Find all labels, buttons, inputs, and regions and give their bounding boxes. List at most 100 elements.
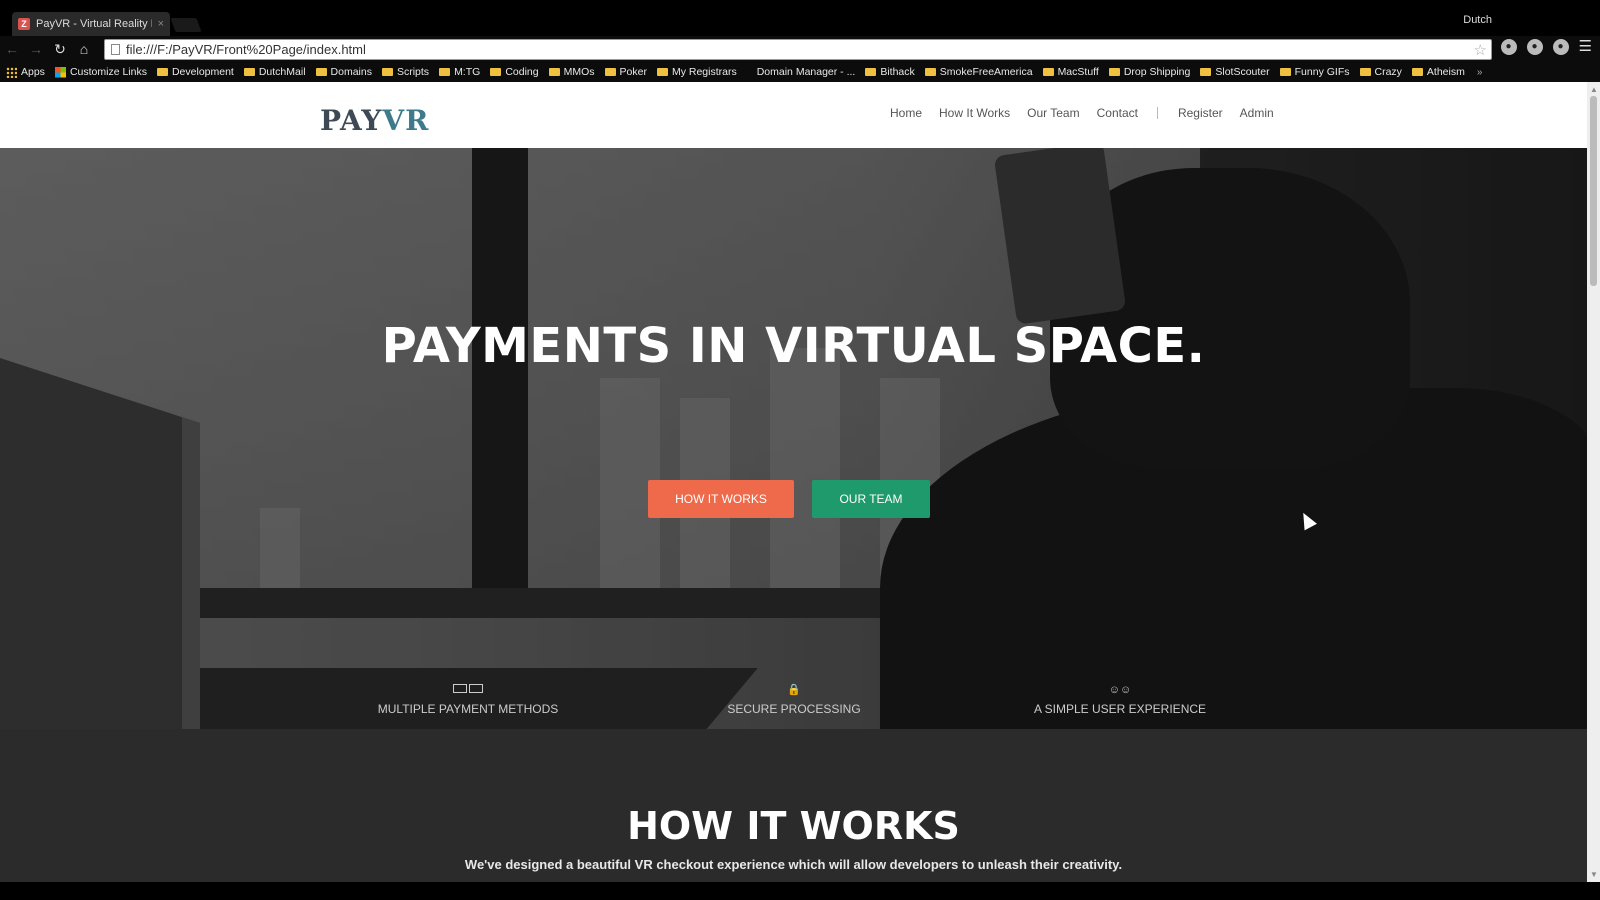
bookmark-item[interactable]: Domain Manager - ... [747,66,856,78]
microsoft-icon [54,66,66,78]
bookmark-item[interactable]: MMOs [548,66,595,78]
credit-cards-icon [318,684,618,696]
profile-name[interactable]: Dutch [1463,14,1492,26]
logo-pay: PAY [320,104,383,137]
bookmark-item[interactable]: Bithack [865,66,915,78]
lock-icon: 🔒 [787,684,801,696]
bookmark-label: M:TG [454,66,481,78]
bookmark-item[interactable]: Poker [604,66,647,78]
nav-divider [1156,107,1158,119]
apps-grid-icon [6,66,17,78]
feature-label: A SIMPLE USER EXPERIENCE [1033,702,1207,716]
new-tab-button[interactable] [170,18,202,32]
folder-icon [1108,68,1120,76]
feature-secure-processing: 🔒 SECURE PROCESSING [644,684,944,716]
back-arrow-icon[interactable]: ← [0,41,24,57]
bookmark-item[interactable]: Coding [490,66,539,78]
logo-vr: VR [382,104,430,137]
bookmark-label: My Registrars [671,66,737,78]
bookmark-item[interactable]: Drop Shipping [1108,66,1191,78]
bookmark-label: Bithack [880,66,915,78]
window-bottom-edge [0,882,1600,900]
url-text[interactable]: file:///F:/PayVR/Front%20Page/index.html [126,42,1474,57]
extension-icon[interactable]: ● [1500,39,1517,55]
address-bar[interactable]: file:///F:/PayVR/Front%20Page/index.html… [104,39,1492,60]
bookmark-item[interactable]: Scripts [381,66,430,78]
extension-icon[interactable]: ● [1552,39,1569,55]
reload-icon[interactable]: ↻ [48,41,72,58]
browser-tab[interactable]: Z PayVR - Virtual Reality Pa × [12,12,170,36]
folder-icon [604,68,616,76]
bookmarks-bar: Apps Customize Links Development DutchMail D… [0,62,1600,82]
bookmark-label: Drop Shipping [1123,66,1191,78]
bookmark-item[interactable]: DutchMail [243,66,306,78]
how-it-works-button[interactable]: HOW IT WORKS [648,480,794,518]
feature-user-experience: ☺☺ A SIMPLE USER EXPERIENCE [970,684,1270,716]
browser-toolbar: ← → ↻ ⌂ file:///F:/PayVR/Front%20Page/in… [0,36,1600,62]
bookmark-label: MMOs [563,66,595,78]
folder-icon [548,68,560,76]
bookmarks-overflow-button[interactable]: » [1477,67,1483,78]
bookmark-item[interactable]: M:TG [439,66,480,78]
folder-icon [924,68,936,76]
bookmark-item[interactable]: SlotScouter [1200,66,1270,78]
bookmark-item[interactable]: Funny GIFs [1279,66,1350,78]
bookmark-label: Atheism [1426,66,1465,78]
menu-icon[interactable]: ☰ [1579,39,1592,55]
bookmark-label: Scripts [396,66,430,78]
bookmark-item[interactable]: Customize Links [54,66,147,78]
folder-icon [156,68,168,76]
nav-link[interactable]: How It Works [939,106,1010,120]
bookmark-label: Crazy [1374,66,1402,78]
scroll-down-icon[interactable]: ▼ [1590,870,1598,879]
folder-icon [1200,68,1212,76]
forward-arrow-icon[interactable]: → [24,41,48,57]
folder-icon [439,68,451,76]
bookmark-star-icon[interactable]: ☆ [1474,41,1491,59]
nav-link[interactable]: Contact [1097,106,1138,120]
bookmark-label: Domain Manager - ... [756,66,856,78]
our-team-button[interactable]: OUR TEAM [812,480,930,518]
page-viewport: PAYVR Home How It Works Our Team Contact Reg… [0,82,1587,882]
scroll-thumb[interactable] [1590,96,1597,286]
nav-link[interactable]: Admin [1240,106,1274,120]
bookmark-label: Funny GIFs [1294,66,1350,78]
nav-links: Home How It Works Our Team Contact Register A… [890,106,1291,120]
folder-icon [315,68,327,76]
users-icon: ☺☺ [1108,684,1132,696]
folder-icon [381,68,393,76]
bookmark-label: Coding [505,66,539,78]
bookmark-label: DutchMail [258,66,306,78]
bookmark-item[interactable]: Domains [315,66,372,78]
nav-link[interactable]: Register [1178,106,1223,120]
bookmark-label: SlotScouter [1215,66,1270,78]
feature-label: MULTIPLE PAYMENT METHODS [377,702,559,716]
bookmark-item[interactable]: Crazy [1359,66,1402,78]
bookmark-item[interactable]: Development [156,66,234,78]
home-icon[interactable]: ⌂ [72,41,96,57]
feature-payment-methods: MULTIPLE PAYMENT METHODS [318,684,618,716]
nav-link[interactable]: Home [890,106,922,120]
page-icon [111,44,120,55]
nav-link[interactable]: Our Team [1027,106,1079,120]
page-scrollbar[interactable]: ▲ ▼ [1587,82,1600,882]
folder-icon [1411,68,1423,76]
bookmark-item[interactable]: My Registrars [656,66,737,78]
folder-icon [656,68,668,76]
folder-icon [1279,68,1291,76]
bookmark-item[interactable]: MacStuff [1042,66,1099,78]
bookmark-item[interactable]: SmokeFreeAmerica [924,66,1033,78]
favicon-icon: Z [18,18,30,30]
tab-close-icon[interactable]: × [158,18,164,30]
bookmark-item[interactable]: Atheism [1411,66,1465,78]
payvr-logo[interactable]: PAYVR [320,104,429,137]
extension-icon[interactable]: ● [1526,39,1543,55]
scroll-up-icon[interactable]: ▲ [1590,85,1598,94]
bookmark-label: Development [171,66,234,78]
browser-titlebar: Z PayVR - Virtual Reality Pa × Dutch [0,0,1600,36]
bookmark-item[interactable]: Apps [6,66,45,78]
extension-icons: ● ● ● ☰ [1500,39,1592,55]
feature-label: SECURE PROCESSING [727,702,861,716]
hero-overlay [0,148,1587,729]
hero-title: PAYMENTS IN VIRTUAL SPACE. [381,318,1206,374]
